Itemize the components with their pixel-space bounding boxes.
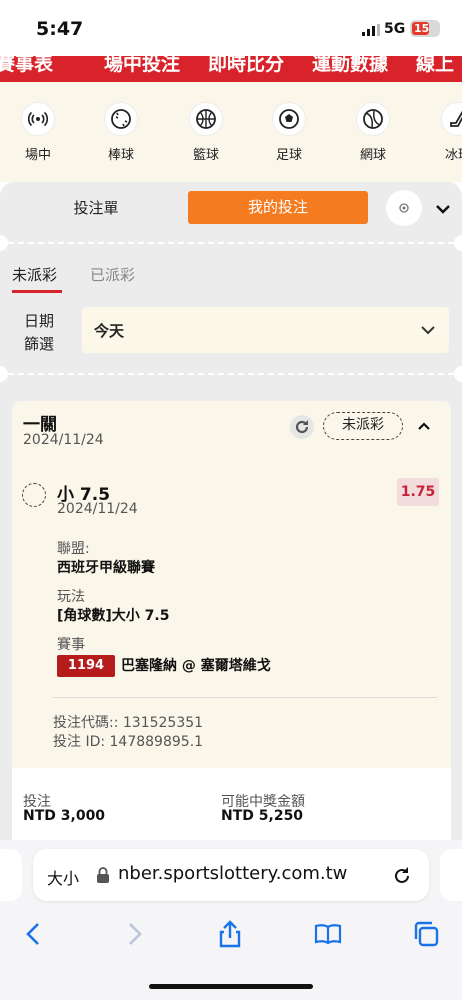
bookmarks-button[interactable] xyxy=(312,918,344,950)
share-button[interactable] xyxy=(214,918,246,950)
soccer-ball-icon xyxy=(272,102,306,136)
url-text[interactable]: nber.sportslottery.com.tw xyxy=(118,863,347,884)
selection-date: 2024/11/24 xyxy=(57,501,138,517)
market-value: [角球數]大小 7.5 xyxy=(57,608,170,624)
collapse-panel-button[interactable] xyxy=(432,198,454,220)
status-bar: 5:47 5G 15 xyxy=(0,0,462,56)
text-size-button[interactable]: 大小 xyxy=(47,865,79,889)
odds-badge: 1.75 xyxy=(397,478,439,506)
basketball-icon xyxy=(189,102,223,136)
back-button[interactable] xyxy=(18,918,50,950)
event-label: 賽事 xyxy=(57,637,85,653)
forward-button[interactable] xyxy=(118,918,150,950)
tennis-ball-icon xyxy=(356,102,390,136)
divider xyxy=(8,373,454,375)
sport-label: 棒球 xyxy=(107,148,134,163)
date-filter-select[interactable]: 今天 xyxy=(82,307,449,353)
battery-icon: 15 xyxy=(410,20,440,37)
league-label: 聯盟: xyxy=(57,541,90,557)
sport-label: 場中 xyxy=(24,148,51,163)
event-code-badge: 1194 xyxy=(57,655,115,677)
subtab-settled[interactable]: 已派彩 xyxy=(90,264,135,285)
top-nav-item-online[interactable]: 線上 xyxy=(416,56,454,76)
gear-icon xyxy=(399,203,409,213)
sports-bar: 場中 棒球 籃球 足球 網球 冰球 xyxy=(0,82,462,182)
tabs-button[interactable] xyxy=(410,918,442,950)
stake-value: NTD 3,000 xyxy=(23,808,106,824)
chevron-up-icon[interactable] xyxy=(414,416,434,436)
sport-item-soccer[interactable]: 足球 xyxy=(259,102,319,163)
tab-betslip[interactable]: 投注單 xyxy=(28,192,164,224)
league-value: 西班牙甲級聯賽 xyxy=(57,560,155,576)
status-time: 5:47 xyxy=(36,18,84,40)
bet-id: 投注 ID: 147889895.1 xyxy=(53,734,204,750)
top-nav-item-schedule[interactable]: 賽事表 xyxy=(0,56,53,76)
sport-item-hockey[interactable]: 冰球 xyxy=(428,102,462,163)
sport-item-tennis[interactable]: 網球 xyxy=(343,102,403,163)
date-filter-value: 今天 xyxy=(94,322,125,340)
hockey-stick-icon xyxy=(441,102,462,136)
reload-icon[interactable] xyxy=(391,865,413,887)
date-filter-label: 日期篩選 xyxy=(24,312,55,353)
sport-item-basketball[interactable]: 籃球 xyxy=(176,102,236,163)
sport-label: 網球 xyxy=(359,148,386,163)
settings-button[interactable] xyxy=(386,190,422,226)
live-broadcast-icon xyxy=(21,102,55,136)
top-nav-item-live-betting[interactable]: 場中投注 xyxy=(104,56,180,76)
sport-label: 籃球 xyxy=(192,148,219,163)
payout-value: NTD 5,250 xyxy=(221,808,304,824)
event-name: 巴塞隆納 @ 塞爾塔維戈 xyxy=(121,658,271,674)
selection-radio[interactable] xyxy=(22,483,46,507)
signal-icon xyxy=(362,24,380,36)
refresh-button[interactable] xyxy=(289,414,315,440)
chevron-down-icon xyxy=(421,326,435,335)
tab-my-bets[interactable]: 我的投注 xyxy=(188,191,368,224)
network-type: 5G xyxy=(384,21,406,37)
home-indicator xyxy=(149,984,313,989)
market-label: 玩法 xyxy=(57,589,85,605)
top-nav-item-stats[interactable]: 運動數據 xyxy=(312,56,388,76)
divider xyxy=(52,697,437,698)
baseball-icon xyxy=(104,102,138,136)
bet-date: 2024/11/24 xyxy=(23,432,104,448)
bet-status-badge: 未派彩 xyxy=(323,412,403,440)
previous-tab-preview[interactable] xyxy=(0,849,22,901)
subtab-unsettled[interactable]: 未派彩 xyxy=(12,264,57,285)
top-nav: 賽事表 場中投注 即時比分 運動數據 線上 xyxy=(0,56,462,82)
sport-label: 冰球 xyxy=(444,148,462,163)
bet-code: 投注代碼:: 131525351 xyxy=(53,715,204,731)
sport-item-live[interactable]: 場中 xyxy=(8,102,68,163)
top-nav-item-live-score[interactable]: 即時比分 xyxy=(208,56,284,76)
divider xyxy=(8,242,454,244)
subtab-active-indicator xyxy=(12,290,62,293)
next-tab-preview[interactable] xyxy=(440,849,462,901)
battery-level: 15 xyxy=(414,22,430,35)
sport-label: 足球 xyxy=(275,148,302,163)
sport-item-baseball[interactable]: 棒球 xyxy=(91,102,151,163)
lock-icon xyxy=(97,867,109,883)
